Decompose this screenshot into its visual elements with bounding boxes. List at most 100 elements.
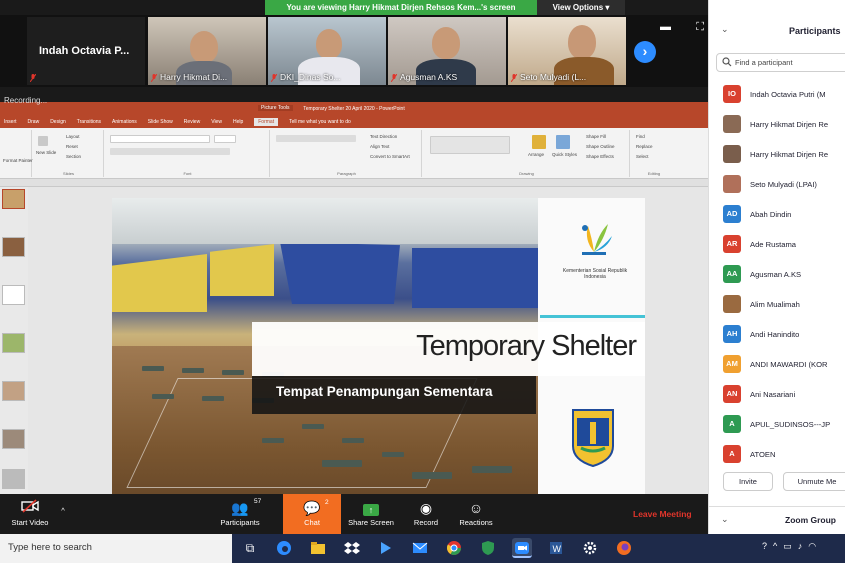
slide-thumbnail[interactable] xyxy=(2,237,25,257)
word-icon[interactable]: W xyxy=(546,538,566,558)
view-options-button[interactable]: View Options ▾ xyxy=(537,0,625,15)
shape-fill-button[interactable]: Shape Fill xyxy=(586,134,606,139)
shapes-gallery[interactable] xyxy=(430,136,510,154)
layout-button[interactable]: Layout xyxy=(66,134,80,139)
tray-expand-icon[interactable]: ^ xyxy=(773,541,777,552)
menu-help[interactable]: Help xyxy=(233,119,243,125)
slide-thumbnail[interactable] xyxy=(2,333,25,353)
quick-styles-button[interactable]: Quick Styles xyxy=(552,152,577,157)
align-text-button[interactable]: Align Text xyxy=(370,144,389,149)
battery-icon[interactable]: ▭ xyxy=(783,541,792,552)
participant-row[interactable]: IO Indah Octavia Putri (M xyxy=(723,85,845,105)
convert-smartart-button[interactable]: Convert to SmartArt xyxy=(370,154,410,159)
find-button[interactable]: Find xyxy=(636,134,645,139)
invite-button[interactable]: Invite xyxy=(723,472,773,491)
start-video-label: Start Video xyxy=(11,518,49,527)
participant-row[interactable]: AD Abah Dindin xyxy=(723,205,845,225)
slide-thumbnail[interactable] xyxy=(2,285,25,305)
expand-chevron-icon[interactable]: ⌄ xyxy=(721,514,729,525)
menu-review[interactable]: Review xyxy=(184,119,200,125)
slide-thumbnail[interactable] xyxy=(2,381,25,401)
video-tile[interactable]: Seto Mulyadi (L... xyxy=(508,17,626,85)
new-slide-button[interactable]: New Slide xyxy=(36,150,56,155)
muted-mic-icon xyxy=(151,74,157,82)
font-format-buttons[interactable] xyxy=(110,148,230,155)
video-tile[interactable]: DKI_Dinas So... xyxy=(268,17,386,85)
power-automate-icon[interactable] xyxy=(376,538,396,558)
participant-row[interactable]: AH Andi Hanindito xyxy=(723,325,845,345)
next-page-arrow-icon[interactable]: › xyxy=(634,41,656,63)
slide-thumbnail[interactable] xyxy=(2,429,25,449)
unmute-me-button[interactable]: Unmute Me xyxy=(783,472,845,491)
section-button[interactable]: Section xyxy=(66,154,81,159)
reactions-button[interactable]: ☺ Reactions xyxy=(454,498,498,527)
video-tile[interactable]: Agusman A.KS xyxy=(388,17,506,85)
shape-effects-button[interactable]: Shape Effects xyxy=(586,154,614,159)
settings-gear-icon[interactable] xyxy=(580,538,600,558)
reset-button[interactable]: Reset xyxy=(66,144,78,149)
mail-icon[interactable] xyxy=(410,538,430,558)
participant-row[interactable]: A APUL_SUDINSOS---JP xyxy=(723,415,845,435)
shield-icon[interactable] xyxy=(478,538,498,558)
menu-transitions[interactable]: Transitions xyxy=(77,119,101,125)
participant-search-input[interactable]: Find a participant xyxy=(716,53,845,72)
video-tile[interactable]: Indah Octavia P... xyxy=(27,17,145,85)
menu-slide-show[interactable]: Slide Show xyxy=(148,119,173,125)
task-view-icon[interactable]: ⧉ xyxy=(240,538,260,558)
record-button[interactable]: ◉ Record xyxy=(406,498,446,527)
menu-design[interactable]: Design xyxy=(50,119,66,125)
video-options-chevron-icon[interactable]: ^ xyxy=(56,506,70,515)
participant-row[interactable]: Harry Hikmat Dirjen Re xyxy=(723,115,845,135)
gallery-controls: ▬ ⛶ xyxy=(660,21,704,34)
participant-row[interactable]: Seto Mulyadi (LPAI) xyxy=(723,175,845,195)
text-direction-button[interactable]: Text Direction xyxy=(370,134,397,139)
shape-outline-button[interactable]: Shape Outline xyxy=(586,144,615,149)
share-screen-button[interactable]: ↑ Share Screen xyxy=(344,498,398,527)
participant-avatar xyxy=(723,145,741,163)
participant-row[interactable]: AM ANDI MAWARDI (KOR xyxy=(723,355,845,375)
meeting-toolbar: Start Video ^ 👥 Participants 57 💬 Chat 2… xyxy=(0,494,708,534)
participant-row[interactable]: AA Agusman A.KS xyxy=(723,265,845,285)
tell-me-box[interactable]: Tell me what you want to do xyxy=(289,119,351,125)
taskbar-search-box[interactable]: Type here to search xyxy=(0,534,232,563)
font-name-box[interactable] xyxy=(110,135,210,143)
firefox-icon[interactable] xyxy=(614,538,634,558)
participant-row[interactable]: Alim Mualimah xyxy=(723,295,845,315)
participant-row[interactable]: AN Ani Nasariani xyxy=(723,385,845,405)
leave-meeting-button[interactable]: Leave Meeting xyxy=(633,509,692,519)
menu-draw[interactable]: Draw xyxy=(28,119,40,125)
network-icon[interactable]: ◠ xyxy=(808,541,816,552)
start-video-button[interactable]: Start Video xyxy=(8,498,52,527)
dropbox-icon[interactable] xyxy=(342,538,362,558)
video-tile[interactable]: Harry Hikmat Di... xyxy=(148,17,266,85)
participant-row[interactable]: A ATOEN xyxy=(723,445,845,465)
system-tray: ? ^ ▭ ♪ ◠ xyxy=(762,541,816,552)
minimize-icon[interactable]: ▬ xyxy=(660,21,671,34)
menu-animations[interactable]: Animations xyxy=(112,119,137,125)
select-button[interactable]: Select xyxy=(636,154,649,159)
participant-row[interactable]: Harry Hikmat Dirjen Re xyxy=(723,145,845,165)
collapse-chevron-icon[interactable]: ⌄ xyxy=(721,24,729,35)
replace-button[interactable]: Replace xyxy=(636,144,653,149)
font-group: Font xyxy=(106,130,270,177)
chrome-icon[interactable] xyxy=(444,538,464,558)
menu-insert[interactable]: Insert xyxy=(4,119,17,125)
chat-button[interactable]: 💬 Chat 2 xyxy=(283,494,341,534)
help-icon[interactable]: ? xyxy=(762,541,767,552)
current-slide[interactable]: Kementerian Sosial Republik Indonesia Te… xyxy=(112,198,645,494)
menu-format[interactable]: Format xyxy=(254,118,279,126)
slide-thumbnail[interactable] xyxy=(2,469,25,489)
zoom-app-icon[interactable] xyxy=(512,538,532,558)
fullscreen-icon[interactable]: ⛶ xyxy=(696,21,704,34)
paragraph-buttons[interactable] xyxy=(276,135,356,142)
slide-thumbnail[interactable] xyxy=(2,189,25,209)
menu-view[interactable]: View xyxy=(211,119,222,125)
format-painter-button[interactable]: Format Painter xyxy=(3,158,33,163)
edge-browser-icon[interactable] xyxy=(274,538,294,558)
arrange-button[interactable]: Arrange xyxy=(528,152,544,157)
zoom-group-section[interactable]: ⌄ Zoom Group xyxy=(709,506,845,534)
file-explorer-icon[interactable] xyxy=(308,538,328,558)
volume-icon[interactable]: ♪ xyxy=(798,541,803,552)
font-size-box[interactable] xyxy=(214,135,236,143)
participant-row[interactable]: AR Ade Rustama xyxy=(723,235,845,255)
